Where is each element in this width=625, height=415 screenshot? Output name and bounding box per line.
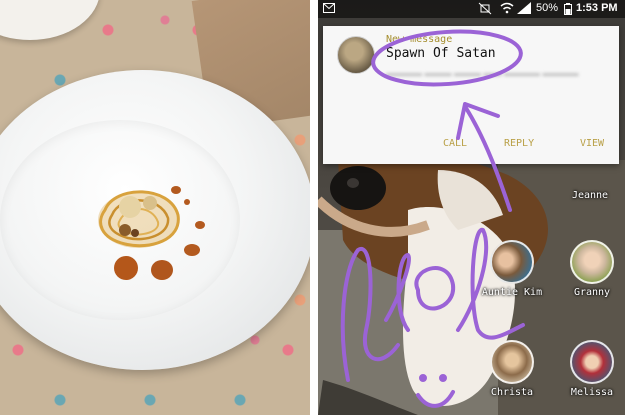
battery-icon [564,3,572,15]
wifi-icon [500,2,514,14]
view-button[interactable]: VIEW [580,138,604,149]
message-preview-blurred: ▬▬▬▬ ▬▬▬ ▬▬▬ ▬▬ ▬▬▬▬ ▬▬▬▬ [386,68,579,78]
contact-christa[interactable]: Christa [480,340,544,398]
clock: 1:53 PM [576,2,618,14]
contact-name: Christa [490,387,534,398]
contact-name: Granny [573,287,611,298]
contact-melissa[interactable]: Melissa [560,340,624,398]
contact-jeanne[interactable]: Jeanne [558,165,622,201]
mute-icon [478,2,492,15]
contact-auntie-kim[interactable]: Auntie Kim [480,240,544,298]
contact-name: Melissa [570,387,614,398]
mail-icon [323,3,335,13]
contact-avatar [490,240,534,284]
contact-name: Auntie Kim [481,287,543,298]
image-divider [310,0,318,415]
plate-photo [0,0,310,415]
contact-granny[interactable]: Granny [560,240,624,298]
phone-screenshot: 50% 1:53 PM New message Spawn Of Satan ▬… [318,0,625,415]
signal-icon [517,2,531,14]
sender-avatar [337,36,375,74]
message-notification[interactable]: New message Spawn Of Satan ▬▬▬▬ ▬▬▬ ▬▬▬ … [323,26,619,164]
reply-button[interactable]: REPLY [504,138,534,149]
call-button[interactable]: CALL [443,138,467,149]
contact-name: Jeanne [571,190,609,201]
status-bar: 50% 1:53 PM [318,0,625,18]
contact-avatar [490,340,534,384]
contact-avatar [570,240,614,284]
sender-name: Spawn Of Satan [386,46,496,61]
food-remnants [98,186,205,280]
notification-type: New message [386,34,453,45]
contact-avatar [570,340,614,384]
battery-percent: 50% [536,2,559,14]
